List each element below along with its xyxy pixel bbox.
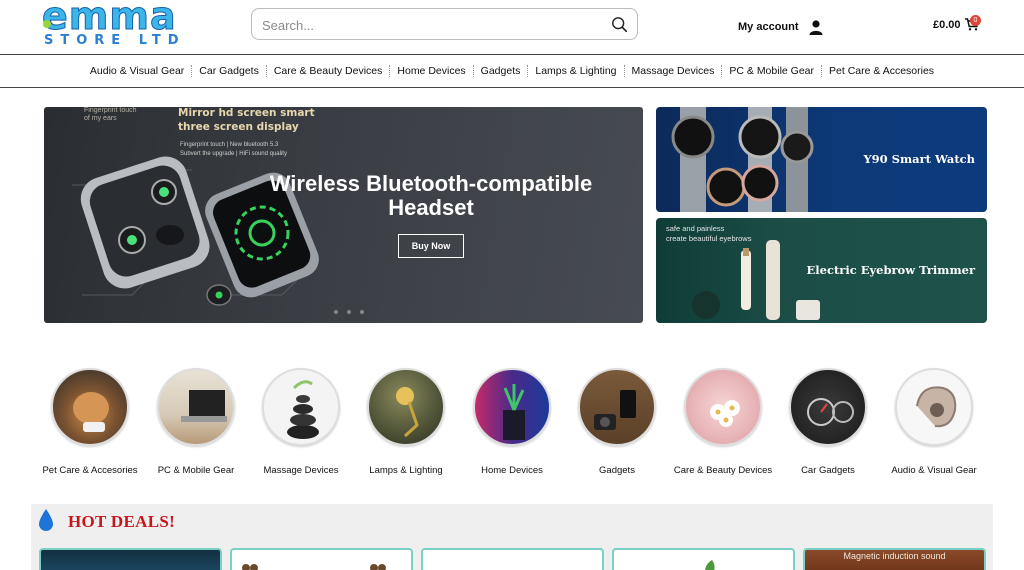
category-label: Audio & Visual Gear bbox=[891, 465, 977, 476]
nav-item-massage-devices[interactable]: Massage Devices bbox=[625, 65, 723, 77]
hero-caption-line-2: three screen display bbox=[178, 121, 299, 133]
hot-deals-section: HOT DEALS! Magnetic induction sound bbox=[31, 504, 993, 570]
category-label: Gadgets bbox=[599, 465, 635, 476]
gadgets-image bbox=[578, 368, 656, 446]
trimmer-subtext-line-1: safe and painless bbox=[666, 224, 725, 233]
care-beauty-image bbox=[684, 368, 762, 446]
category-label: Lamps & Lighting bbox=[369, 465, 443, 476]
logo-dot bbox=[43, 20, 51, 28]
eyebrow-trimmer-image bbox=[692, 240, 820, 320]
home-devices-image bbox=[473, 368, 551, 446]
category-pet-care[interactable]: Pet Care & Accesories bbox=[30, 368, 150, 476]
category-label: Car Gadgets bbox=[801, 465, 855, 476]
deal-product-image bbox=[242, 564, 386, 570]
lamps-lighting-image bbox=[367, 368, 445, 446]
deal-card[interactable]: Magnetic induction sound bbox=[803, 548, 986, 570]
smart-watch-banner[interactable]: Y90 Smart Watch bbox=[656, 107, 987, 212]
category-gadgets[interactable]: Gadgets bbox=[557, 368, 677, 476]
category-home-devices[interactable]: Home Devices bbox=[452, 368, 572, 476]
cart-total: £0.00 bbox=[933, 18, 961, 31]
slider-dot-1[interactable] bbox=[334, 310, 338, 314]
water-drop-icon bbox=[39, 509, 53, 531]
hero-feature-line-2: Subvert the upgrade | HiFi sound quality bbox=[180, 151, 287, 157]
lamp-icon bbox=[396, 387, 419, 438]
search-input[interactable] bbox=[262, 15, 592, 35]
category-audio-visual-gear[interactable]: Audio & Visual Gear bbox=[874, 368, 994, 476]
nav-item-pet-care-accesories[interactable]: Pet Care & Accesories bbox=[822, 65, 941, 77]
hero-title: Wireless Bluetooth-compatible Headset bbox=[269, 171, 593, 220]
slider-dot-3[interactable] bbox=[360, 310, 364, 314]
category-care-beauty-devices[interactable]: Care & Beauty Devices bbox=[663, 368, 783, 476]
pet-care-image bbox=[51, 368, 129, 446]
pc-mobile-image bbox=[157, 368, 235, 446]
nav-item-gadgets[interactable]: Gadgets bbox=[474, 65, 529, 77]
store-logo[interactable]: emma STORE LTD bbox=[40, 0, 190, 52]
nav-item-care-beauty-devices[interactable]: Care & Beauty Devices bbox=[267, 65, 391, 77]
user-icon bbox=[809, 19, 823, 35]
nav-item-car-gadgets[interactable]: Car Gadgets bbox=[192, 65, 267, 77]
logo-subtitle: STORE LTD bbox=[44, 33, 186, 48]
category-label: Home Devices bbox=[481, 465, 543, 476]
smart-watch-label: Y90 Smart Watch bbox=[863, 152, 975, 166]
dashboard-icon bbox=[807, 398, 854, 426]
my-account-label: My account bbox=[738, 21, 799, 33]
site-header: emma STORE LTD My account £0.00 0 bbox=[0, 0, 1024, 55]
category-label: Care & Beauty Devices bbox=[673, 465, 773, 476]
slider-dot-2[interactable] bbox=[347, 310, 351, 314]
category-lamps-lighting[interactable]: Lamps & Lighting bbox=[346, 368, 466, 476]
earbud-icon bbox=[916, 386, 957, 428]
deal-card-caption: Magnetic induction sound bbox=[843, 551, 946, 561]
stones-icon bbox=[287, 380, 319, 439]
deal-product-image bbox=[705, 560, 715, 570]
laptop-icon bbox=[181, 390, 227, 422]
nav-item-home-devices[interactable]: Home Devices bbox=[390, 65, 474, 77]
deal-card[interactable] bbox=[612, 548, 795, 570]
my-account-link[interactable]: My account bbox=[738, 18, 823, 36]
category-massage-devices[interactable]: Massage Devices bbox=[241, 368, 361, 476]
massage-devices-image bbox=[262, 368, 340, 446]
category-label: Pet Care & Accesories bbox=[42, 465, 138, 476]
nav-item-pc-mobile-gear[interactable]: PC & Mobile Gear bbox=[722, 65, 823, 77]
category-nav: Audio & Visual Gear Car Gadgets Care & B… bbox=[0, 55, 1024, 88]
car-gadgets-image bbox=[789, 368, 867, 446]
hero-caption: Mirror hd screen smart three screen disp… bbox=[178, 106, 315, 134]
smart-watch-image bbox=[671, 107, 814, 212]
buy-now-button[interactable]: Buy Now bbox=[398, 234, 464, 258]
hot-deals-title: HOT DEALS! bbox=[68, 512, 176, 531]
category-pc-mobile-gear[interactable]: PC & Mobile Gear bbox=[136, 368, 256, 476]
cart-count-badge: 0 bbox=[970, 15, 981, 26]
earbuds-product-image bbox=[72, 156, 319, 306]
hero-small-text: Fingerprint touch of my ears bbox=[84, 107, 137, 122]
deal-card[interactable] bbox=[39, 548, 222, 570]
hero-caption-line-1: Mirror hd screen smart bbox=[178, 107, 315, 119]
category-carousel: Pet Care & Accesories PC & Mobile Gear M… bbox=[0, 368, 1024, 488]
category-label: Massage Devices bbox=[263, 465, 339, 476]
audio-visual-image bbox=[895, 368, 973, 446]
eyebrow-trimmer-banner[interactable]: safe and painless create beautiful eyebr… bbox=[656, 218, 987, 323]
search-icon[interactable] bbox=[611, 16, 629, 34]
deal-card[interactable] bbox=[421, 548, 604, 570]
hero-feature-list: Fingerprint touch | New bluetooth 5.3 Su… bbox=[180, 141, 287, 159]
cat-gamepad-icon bbox=[73, 392, 109, 432]
gadgets-icon bbox=[594, 390, 636, 430]
category-car-gadgets[interactable]: Car Gadgets bbox=[768, 368, 888, 476]
nav-item-lamps-lighting[interactable]: Lamps & Lighting bbox=[528, 65, 625, 77]
nav-item-audio-visual-gear[interactable]: Audio & Visual Gear bbox=[83, 65, 193, 77]
search-box bbox=[251, 8, 638, 40]
eyebrow-trimmer-label: Electric Eyebrow Trimmer bbox=[806, 263, 976, 277]
slider-pagination bbox=[334, 310, 364, 314]
led-plant-icon bbox=[503, 384, 525, 440]
hero-feature-line-1: Fingerprint touch | New bluetooth 5.3 bbox=[180, 142, 279, 148]
flowers-icon bbox=[710, 400, 740, 427]
category-label: PC & Mobile Gear bbox=[157, 465, 235, 476]
deal-card[interactable] bbox=[230, 548, 413, 570]
